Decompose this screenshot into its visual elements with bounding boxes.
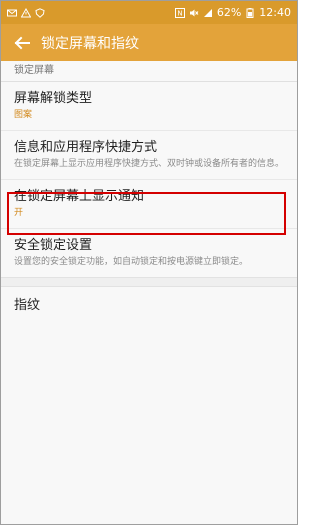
status-left	[7, 7, 45, 18]
shield-icon	[35, 7, 45, 18]
battery-percent: 62%	[216, 6, 242, 19]
time: 12:40	[259, 6, 291, 19]
fingerprint-item[interactable]: 指纹	[1, 287, 297, 325]
status-right: N 62% 12:40	[174, 6, 291, 19]
section-separator	[1, 277, 297, 287]
nfc-icon: N	[174, 7, 185, 18]
screen: N 62% 12:40 锁定屏幕和指纹 锁定屏幕 屏幕解锁类型 图案 信息和应用…	[0, 0, 298, 525]
item-subtitle: 在锁定屏幕上显示应用程序快捷方式、双时钟或设备所有者的信息。	[14, 159, 285, 169]
page-title: 锁定屏幕和指纹	[41, 35, 139, 52]
signal-icon	[203, 8, 212, 17]
item-title: 指纹	[14, 298, 41, 313]
item-subtitle: 图案	[14, 110, 33, 120]
warning-icon	[21, 7, 31, 17]
screen-unlock-type-item[interactable]: 屏幕解锁类型 图案	[1, 82, 297, 130]
battery-icon	[246, 7, 254, 18]
svg-text:N: N	[177, 9, 182, 17]
mute-icon	[189, 9, 199, 16]
item-subtitle: 设置您的安全锁定功能，如自动锁定和按电源键立即锁定。	[14, 257, 249, 267]
back-arrow-icon[interactable]	[13, 34, 31, 52]
email-icon	[7, 9, 17, 16]
highlight-box	[7, 192, 286, 235]
item-title: 信息和应用程序快捷方式	[14, 140, 158, 155]
status-bar: N 62% 12:40	[1, 1, 297, 24]
secure-lock-settings-item[interactable]: 安全锁定设置 设置您的安全锁定功能，如自动锁定和按电源键立即锁定。	[1, 229, 297, 277]
item-title: 安全锁定设置	[14, 238, 93, 253]
app-bar: 锁定屏幕和指纹	[1, 24, 297, 61]
item-title: 屏幕解锁类型	[14, 91, 93, 106]
section-header: 锁定屏幕	[1, 61, 297, 82]
info-app-shortcuts-item[interactable]: 信息和应用程序快捷方式 在锁定屏幕上显示应用程序快捷方式、双时钟或设备所有者的信…	[1, 131, 297, 179]
